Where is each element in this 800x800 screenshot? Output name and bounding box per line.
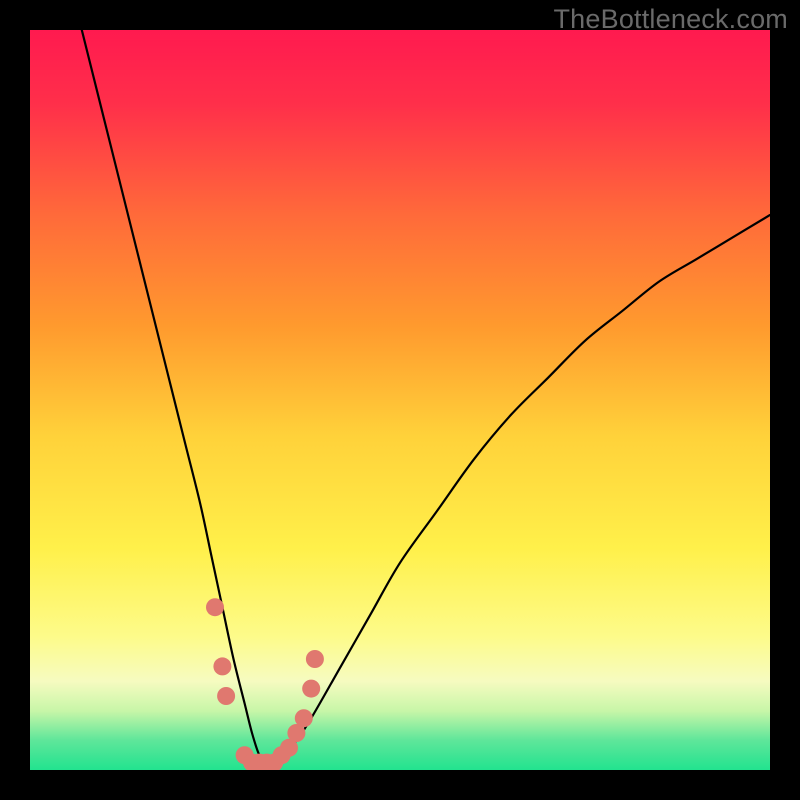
data-marker xyxy=(213,657,231,675)
data-markers xyxy=(206,598,324,770)
data-marker xyxy=(306,650,324,668)
data-marker xyxy=(217,687,235,705)
plot-area xyxy=(30,30,770,770)
watermark-text: TheBottleneck.com xyxy=(553,4,788,35)
data-marker xyxy=(206,598,224,616)
data-marker xyxy=(302,680,320,698)
chart-frame: TheBottleneck.com xyxy=(0,0,800,800)
data-marker xyxy=(295,709,313,727)
bottleneck-curve xyxy=(82,30,770,764)
chart-svg xyxy=(30,30,770,770)
